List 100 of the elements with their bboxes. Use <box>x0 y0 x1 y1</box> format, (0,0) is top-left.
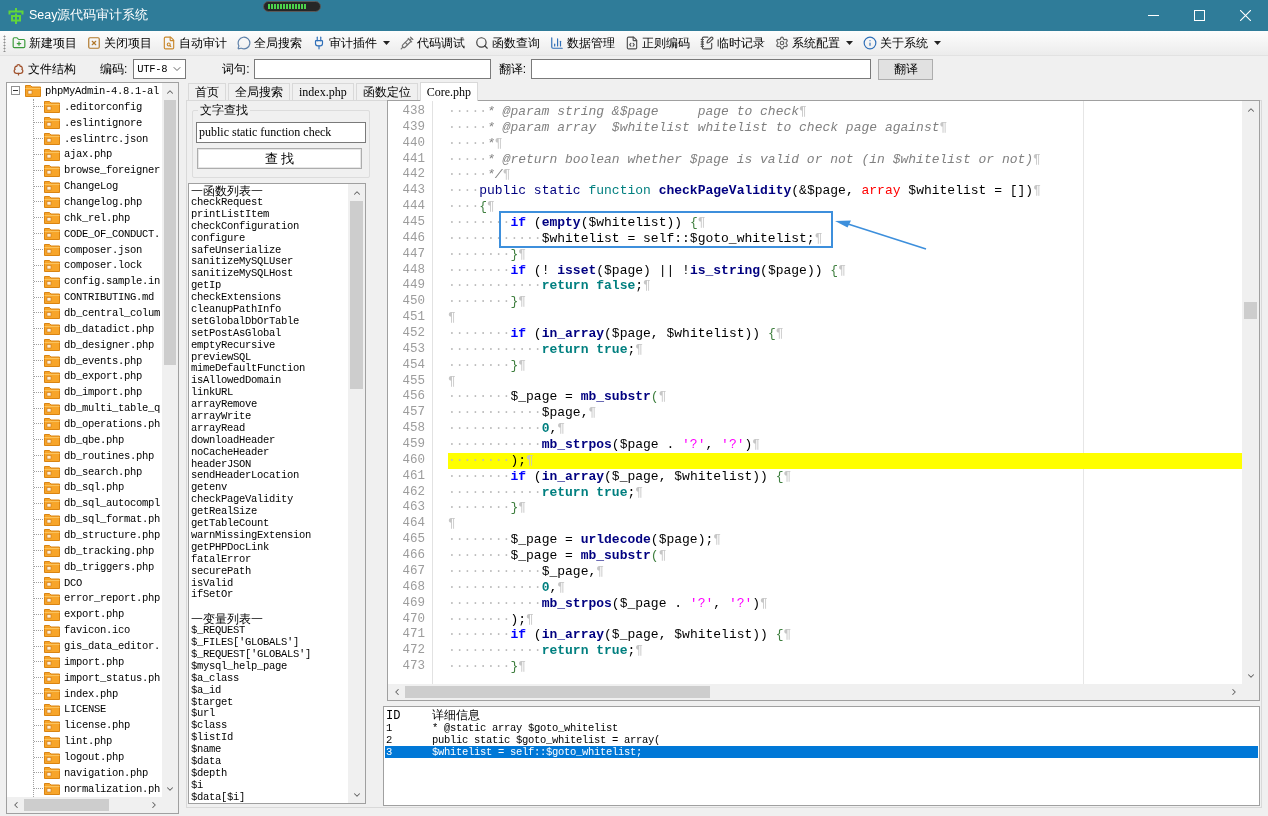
list-item[interactable]: $a_id <box>191 684 221 697</box>
list-item[interactable]: checkExtensions <box>191 292 281 304</box>
list-item[interactable]: $class <box>191 720 227 733</box>
tree-item[interactable]: ajax.php <box>34 146 112 163</box>
list-item[interactable]: fatalError <box>191 553 251 566</box>
tree-item[interactable]: db_events.php <box>34 352 142 369</box>
tree-item[interactable]: config.sample.in <box>34 273 161 290</box>
list-item[interactable]: emptyRecursive <box>191 339 275 352</box>
tree-item[interactable]: DCO <box>34 574 82 591</box>
find-button[interactable]: 查 找 <box>197 148 362 169</box>
tree-item[interactable]: CODE_OF_CONDUCT. <box>34 225 161 242</box>
list-item[interactable]: cleanupPathInfo <box>191 304 281 316</box>
tree-item[interactable]: db_tracking.php <box>34 542 154 559</box>
list-item[interactable]: securePath <box>191 565 251 578</box>
tree-item[interactable]: index.php <box>34 685 118 702</box>
tree-item[interactable]: .editorconfig <box>34 98 142 115</box>
tree-item[interactable]: export.php <box>34 606 124 623</box>
tree-item[interactable]: db_qbe.php <box>34 431 124 448</box>
list-item[interactable]: ifSetOr <box>191 589 233 602</box>
list-item[interactable]: safeUnserialize <box>191 244 281 257</box>
list-item[interactable]: arrayWrite <box>191 411 251 423</box>
scrollbar[interactable] <box>348 184 365 803</box>
toolbar-button[interactable]: 代码调试 <box>395 32 470 54</box>
list-item[interactable]: $_REQUEST <box>191 625 245 638</box>
tab[interactable]: Core.php <box>419 82 478 101</box>
tree-item[interactable]: license.php <box>34 717 130 734</box>
tree-item[interactable]: db_sql_format.ph <box>34 511 161 528</box>
list-item[interactable]: checkPageValidity <box>191 494 294 507</box>
tree-item[interactable]: CONTRIBUTING.md <box>34 289 154 306</box>
tree-item[interactable]: changelog.php <box>34 194 142 210</box>
list-item[interactable]: sanitizeMySQLUser <box>191 256 294 269</box>
list-item[interactable]: downloadHeader <box>191 434 275 447</box>
scrollbar-thumb[interactable] <box>164 100 176 365</box>
tree-item[interactable]: db_routines.php <box>34 447 154 464</box>
toolbar-button[interactable]: 文件结构 <box>7 58 81 80</box>
tree-item[interactable]: ChangeLog <box>34 178 118 194</box>
toolbar-button[interactable]: 关闭项目 <box>82 32 157 54</box>
tree-item[interactable]: LICENSE <box>34 701 106 718</box>
tree-item[interactable]: db_designer.php <box>34 336 154 353</box>
scrollbar-thumb[interactable] <box>405 686 710 698</box>
scrollbar[interactable] <box>1242 101 1259 684</box>
toolbar-button[interactable]: 临时记录 <box>695 32 770 54</box>
tree-item[interactable]: db_central_colum <box>34 305 161 321</box>
list-item[interactable]: warnMissingExtension <box>191 529 312 542</box>
list-item[interactable]: $name <box>191 744 221 756</box>
list-item[interactable]: $url <box>191 708 215 721</box>
tree-item[interactable]: logout.php <box>34 749 124 765</box>
tree-item[interactable]: .eslintignore <box>34 114 142 131</box>
tree-item[interactable]: db_multi_table_q <box>34 400 161 417</box>
list-item[interactable]: checkConfiguration <box>191 220 300 233</box>
toolbar-button[interactable]: 系统配置 <box>770 32 858 54</box>
list-item[interactable]: setPostAsGlobal <box>191 327 281 340</box>
tree-item[interactable]: db_operations.ph <box>34 416 161 432</box>
list-item[interactable]: $mysql_help_page <box>191 660 288 673</box>
scrollbar-thumb[interactable] <box>350 201 363 389</box>
tree-item[interactable]: navigation.php <box>34 764 148 781</box>
list-row[interactable]: 1 * @static array $goto_whitelist <box>385 722 1258 734</box>
list-item[interactable]: noCacheHeader <box>191 446 269 459</box>
list-item[interactable]: $_REQUEST['GLOBALS'] <box>191 648 312 661</box>
list-item[interactable]: getPHPDocLink <box>191 541 269 554</box>
list-item[interactable]: configure <box>191 232 245 245</box>
list-item[interactable]: $depth <box>191 767 227 780</box>
tree-item[interactable]: db_export.php <box>34 368 142 385</box>
list-item[interactable]: previewSQL <box>191 351 251 364</box>
tab[interactable]: 函数定位 <box>355 83 418 100</box>
toolbar-button[interactable]: 新建项目 <box>7 32 82 54</box>
tree-item[interactable]: normalization.ph <box>34 780 161 797</box>
tree-item[interactable]: db_sql.php <box>34 479 124 496</box>
toolbar-button[interactable]: 自动审计 <box>157 32 232 54</box>
tab[interactable]: index.php <box>292 83 354 100</box>
list-item[interactable]: mimeDefaultFunction <box>191 363 306 376</box>
list-item[interactable]: isValid <box>191 577 233 590</box>
input-field[interactable] <box>253 59 491 79</box>
toolbar-button[interactable]: 函数查询 <box>470 32 545 54</box>
encoding-select[interactable]: UTF-8 <box>133 59 187 79</box>
tree-item[interactable]: db_datadict.php <box>34 320 154 337</box>
translate-button[interactable]: 翻译 <box>878 58 934 80</box>
tree-item[interactable]: lint.php <box>34 733 112 750</box>
tree-item[interactable]: gis_data_editor. <box>34 638 161 654</box>
list-item[interactable]: arrayRemove <box>191 399 257 412</box>
input-field[interactable] <box>531 59 872 79</box>
list-item[interactable]: sendHeaderLocation <box>191 470 300 483</box>
tree-item[interactable]: composer.json <box>34 241 142 258</box>
toolbar-button[interactable]: 全局搜索 <box>232 32 307 54</box>
list-item[interactable]: sanitizeMySQLHost <box>191 268 294 281</box>
list-item[interactable]: getRealSize <box>191 506 257 519</box>
tree-item[interactable]: db_search.php <box>34 463 142 480</box>
list-row[interactable]: 2 public static $goto_whitelist = array( <box>385 734 1258 746</box>
tree-item[interactable]: db_import.php <box>34 384 142 401</box>
toolbar-button[interactable]: 正则编码 <box>620 32 695 54</box>
list-item[interactable]: $data[$i] <box>191 791 245 804</box>
tab[interactable]: 首页 <box>188 83 226 100</box>
list-item[interactable]: linkURL <box>191 387 233 400</box>
tree-item[interactable]: phpMyAdmin-4.8.1-al <box>11 83 160 99</box>
list-item[interactable]: $listId <box>191 732 233 745</box>
toolbar-button[interactable]: 数据管理 <box>545 32 620 54</box>
list-item[interactable]: arrayRead <box>191 422 245 435</box>
list-item[interactable]: getenv <box>191 482 227 495</box>
list-item[interactable]: getTableCount <box>191 518 269 530</box>
list-item[interactable]: setGlobalDbOrTable <box>191 315 300 328</box>
